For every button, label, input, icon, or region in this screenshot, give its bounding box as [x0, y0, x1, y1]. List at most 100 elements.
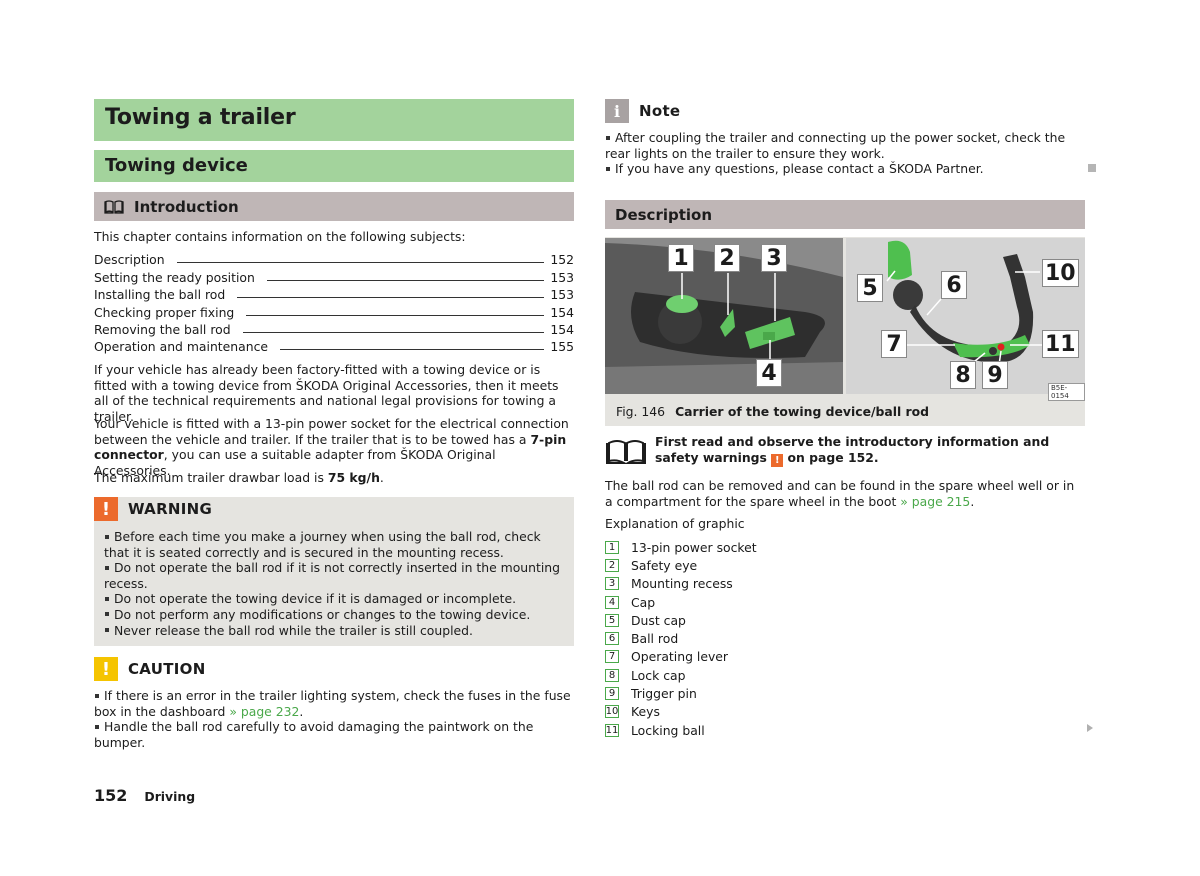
text-run: Your vehicle is fitted with a 13-pin pow… — [94, 416, 569, 447]
legend-item: 9 Trigger pin — [605, 684, 757, 702]
bumper-bottom — [605, 362, 843, 394]
toc-item-label: Description — [94, 252, 165, 268]
legend-number: 2 — [605, 558, 619, 572]
legend-label: Operating lever — [631, 649, 729, 665]
figure-callout: 1 — [668, 244, 694, 272]
warning-header: ! WARNING — [94, 497, 212, 521]
legend-label: Lock cap — [631, 667, 686, 683]
figure-callout: 2 — [714, 244, 740, 272]
figure-callout: 7 — [881, 330, 907, 358]
note-header: i Note — [605, 99, 680, 123]
toc-item-label: Installing the ball rod — [94, 287, 226, 303]
legend-item: 6 Ball rod — [605, 629, 757, 647]
text-run: . — [970, 493, 975, 509]
read-first-text: First read and observe the introductory … — [655, 434, 1085, 467]
toc-leader — [246, 314, 545, 316]
toc-item[interactable]: Description 152 — [94, 250, 574, 267]
figure-legend: 1 13-pin power socket 2 Safety eye 3 Mounti… — [605, 538, 757, 739]
figure-callout: 6 — [941, 271, 967, 299]
legend-item: 5 Dust cap — [605, 611, 757, 629]
intro-paragraph-3: The maximum trailer drawbar load is 75 k… — [94, 470, 574, 486]
continue-arrow-icon — [1087, 724, 1093, 732]
toc-item-label: Removing the ball rod — [94, 321, 231, 337]
figure-callout: 3 — [761, 244, 787, 272]
figure-callout: 8 — [950, 361, 976, 389]
cap-shape — [763, 332, 775, 340]
intro-lead: This chapter contains information on the… — [94, 229, 466, 244]
figure-code: B5E-0154 — [1048, 383, 1085, 401]
legend-label: Mounting recess — [631, 576, 733, 592]
toc-leader — [242, 331, 545, 333]
toc-item-page: 153 — [550, 269, 574, 285]
legend-item: 4 Cap — [605, 593, 757, 611]
note-label: Note — [639, 102, 681, 120]
page-link[interactable]: » page 232 — [229, 704, 299, 719]
toc-item-label: Operation and maintenance — [94, 339, 269, 355]
caution-item: If there is an error in the trailer ligh… — [94, 688, 574, 719]
legend-title: Explanation of graphic — [605, 516, 745, 531]
text-run: The ball rod can be removed and can be f… — [605, 478, 1075, 509]
caution-label: CAUTION — [128, 660, 206, 678]
legend-item: 3 Mounting recess — [605, 575, 757, 593]
toc-leader — [176, 262, 545, 264]
bullet-icon — [105, 565, 109, 570]
legend-item: 11 Locking ball — [605, 721, 757, 739]
warning-box: ! WARNING Before each time you make a jo… — [94, 497, 574, 646]
toc-item[interactable]: Setting the ready position 153 — [94, 267, 574, 285]
legend-number: 5 — [605, 613, 619, 627]
bullet-icon — [105, 596, 109, 601]
section-title: Towing device — [94, 150, 574, 182]
note-item: If you have any questions, please contac… — [605, 161, 1075, 177]
toc-item[interactable]: Checking proper fixing 154 — [94, 302, 574, 320]
warning-item: Do not operate the towing device if it i… — [104, 591, 564, 607]
ball-shape — [893, 280, 923, 310]
warning-item-text: Never release the ball rod while the tra… — [114, 622, 473, 638]
legend-label: Cap — [631, 594, 656, 610]
toc-item-page: 153 — [550, 287, 574, 303]
warning-item: Never release the ball rod while the tra… — [104, 623, 564, 639]
warning-item: Before each time you make a journey when… — [104, 529, 564, 560]
toc-item[interactable]: Operation and maintenance 155 — [94, 337, 574, 354]
legend-item: 7 Operating lever — [605, 648, 757, 666]
bullet-icon — [606, 166, 610, 171]
figure: 1 2 3 4 5 6 7 8 9 10 11 B5E-0154 Fig. 146 Carrier o… — [605, 237, 1085, 426]
bullet-icon — [105, 628, 109, 633]
introduction-heading: Introduction — [94, 192, 574, 221]
toc-item-label: Checking proper fixing — [94, 304, 235, 320]
text-run: . — [299, 703, 304, 719]
toc-leader — [237, 297, 545, 299]
warning-item: Do not operate the ball rod if it is not… — [104, 560, 564, 591]
caution-item-text: If there is an error in the trailer ligh… — [94, 688, 571, 719]
page-link[interactable]: » page 215 — [900, 494, 970, 509]
figure-callout: 4 — [756, 359, 782, 387]
caution-icon: ! — [94, 657, 118, 681]
page-title: Towing a trailer — [94, 99, 574, 141]
caution-item-text: Handle the ball rod carefully to avoid d… — [94, 719, 534, 750]
footer-section: Driving — [144, 789, 196, 804]
toc-item-page: 152 — [550, 252, 574, 268]
legend-item: 2 Safety eye — [605, 556, 757, 574]
page-number: 152 — [94, 786, 128, 805]
legend-label: Keys — [631, 704, 660, 720]
book-icon — [104, 199, 124, 214]
note-item-text: If you have any questions, please contac… — [615, 161, 984, 177]
toc-item[interactable]: Removing the ball rod 154 — [94, 320, 574, 337]
bullet-icon — [105, 534, 109, 539]
text-run: on page 152. — [783, 449, 879, 465]
text-run: The maximum trailer drawbar load is — [94, 470, 328, 485]
figure-callout: 9 — [982, 361, 1008, 389]
warning-item: Do not perform any modifications or chan… — [104, 607, 564, 623]
legend-label: Safety eye — [631, 557, 698, 573]
legend-number: 7 — [605, 650, 619, 664]
legend-number: 1 — [605, 540, 619, 554]
warning-inline-icon: ! — [771, 453, 784, 467]
warning-icon: ! — [94, 497, 118, 521]
legend-label: 13-pin power socket — [631, 539, 757, 555]
bullet-icon — [105, 612, 109, 617]
figure-caption: Fig. 146 Carrier of the towing device/bal… — [616, 404, 929, 419]
bullet-icon — [95, 724, 99, 729]
toc-item[interactable]: Installing the ball rod 153 — [94, 285, 574, 302]
caution-item: Handle the ball rod carefully to avoid d… — [94, 719, 574, 750]
toc-item-label: Setting the ready position — [94, 269, 255, 285]
legend-number: 10 — [605, 705, 619, 719]
